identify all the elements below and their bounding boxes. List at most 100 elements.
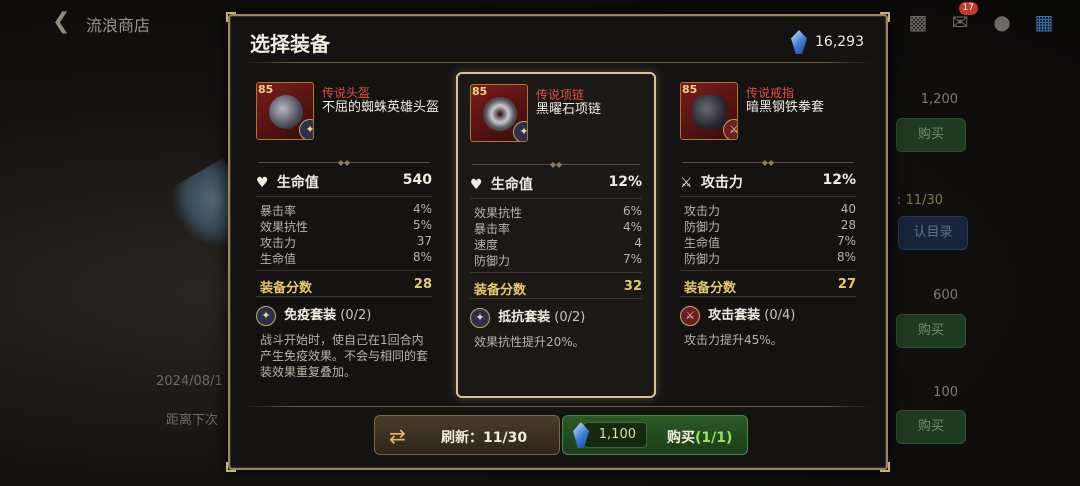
left-next-refresh: 距离下次 (166, 413, 219, 428)
set-row: ✦ 免疫套装 (0/2) (256, 304, 432, 326)
stat-divider (470, 272, 642, 273)
main-stat: ♥ 生命值 12% (470, 174, 642, 194)
sub-stat-label: 攻击力 (684, 204, 721, 218)
sub-stat-row: 生命值 8% (260, 250, 432, 266)
item-thumbnail: 85 ✦ (470, 84, 528, 142)
sub-stat-value: 5% (412, 218, 432, 232)
set-name: 免疫套装 (284, 308, 337, 323)
item-level: 85 (258, 83, 274, 96)
ornament-diamond-icon: ◆◆ (337, 158, 351, 167)
sub-stat-value: 28 (840, 218, 856, 232)
corner-ornament (226, 12, 236, 22)
attack-set-icon: ⚔ (723, 119, 737, 139)
set-row: ✦ 抵抗套装 (0/2) (470, 306, 642, 328)
gear-score: 装备分数 32 (474, 279, 642, 298)
gear-score-value: 27 (837, 277, 856, 292)
sub-stat-value: 37 (416, 234, 432, 248)
buy-label: 购买 (667, 430, 695, 446)
sub-stat-label: 效果抗性 (260, 220, 309, 234)
shop-title: 流浪商店 (86, 16, 151, 35)
stat-divider (680, 196, 856, 197)
sub-stat-label: 生命值 (684, 236, 721, 250)
select-equipment-dialog: 选择装备 16,293 85 ✦ 传说头盔 不屈的蜘蛛英雄头盔 ◆◆ ♥ 生命值… (226, 12, 890, 472)
item-rarity: 传说戒指 (746, 86, 795, 100)
item-name: 黑曜石项链 (536, 102, 602, 117)
resist-set-icon: ✦ (470, 307, 490, 328)
side-price: 100 (933, 385, 958, 400)
sub-stat-row: 防御力 8% (684, 250, 856, 266)
sub-stat-row: 攻击力 40 (684, 202, 856, 218)
side-buy-button[interactable]: 购买 (896, 118, 966, 152)
grid-menu-icon[interactable]: ▦ (1030, 8, 1058, 36)
side-count: : 11/30 (897, 193, 943, 208)
sub-stat-row: 生命值 7% (684, 234, 856, 250)
item-thumbnail: 85 ⚔ (680, 82, 738, 140)
sub-stat-row: 防御力 7% (474, 252, 642, 268)
dialog-title: 选择装备 (250, 32, 330, 56)
necklace-icon (483, 97, 517, 131)
sub-stats: 暴击率 4% 效果抗性 5% 攻击力 37 生命值 8% (260, 202, 432, 266)
sub-stat-value: 4 (634, 236, 642, 250)
ornament-diamond-icon: ◆◆ (549, 160, 563, 169)
equipment-card-helmet[interactable]: 85 ✦ 传说头盔 不屈的蜘蛛英雄头盔 ◆◆ ♥ 生命值 540 暴击率 4% 效… (244, 72, 444, 398)
item-level: 85 (682, 83, 698, 96)
ornament-diamond-icon: ◆◆ (761, 158, 775, 167)
sub-stat-row: 防御力 28 (684, 218, 856, 234)
set-count: (0/2) (340, 308, 372, 323)
set-count: (0/2) (554, 310, 586, 325)
buy-button[interactable]: 1,100 购买(1/1) (562, 415, 748, 455)
side-buy-button[interactable]: 购买 (896, 314, 966, 348)
mail-badge: 17 (958, 2, 978, 15)
item-name: 暗黑钢铁拳套 (746, 100, 825, 115)
stat-divider (256, 196, 432, 197)
main-stat-label: 攻击力 (700, 175, 743, 191)
main-stat: ⚔ 攻击力 12% (680, 172, 856, 192)
stat-divider (680, 296, 856, 297)
sub-stat-row: 速度 4 (474, 236, 642, 252)
sub-stat-label: 生命值 (260, 252, 297, 266)
equipment-card-necklace[interactable]: 85 ✦ 传说项链 黑曜石项链 ◆◆ ♥ 生命值 12% 效果抗性 6% 暴击率 4… (456, 72, 656, 398)
group-icon[interactable]: ▩ (904, 8, 932, 36)
chevron-left-icon[interactable]: ❮ (52, 9, 70, 34)
sub-stat-row: 效果抗性 5% (260, 218, 432, 234)
gear-score-label: 装备分数 (474, 283, 527, 298)
side-catalog-button[interactable]: 认目录 (898, 216, 968, 250)
gear-score: 装备分数 28 (260, 277, 432, 296)
refresh-button[interactable]: ⇄ 刷新：11/30 (374, 415, 560, 455)
mail-icon[interactable]: ✉ 17 (946, 2, 978, 36)
set-description: 攻击力提升45%。 (684, 333, 783, 347)
item-rarity: 传说头盔 (322, 86, 371, 100)
sub-stat-value: 40 (840, 202, 856, 216)
stat-divider (680, 270, 856, 271)
set-count: (0/4) (764, 308, 796, 323)
sub-stat-label: 防御力 (684, 252, 721, 266)
immunity-set-icon: ✦ (299, 119, 313, 139)
resist-set-icon: ✦ (513, 121, 527, 141)
equipment-card-ring[interactable]: 85 ⚔ 传说戒指 暗黑钢铁拳套 ◆◆ ⚔ 攻击力 12% 攻击力 40 防御力 2… (668, 72, 868, 398)
chat-icon[interactable]: ● (988, 8, 1016, 36)
sub-stat-value: 4% (412, 202, 432, 216)
main-stat-value: 540 (402, 172, 432, 188)
sub-stat-label: 防御力 (474, 254, 511, 268)
item-thumbnail: 85 ✦ (256, 82, 314, 140)
top-icons: ◷ ▩ ✉17 ● ▦ (862, 2, 1058, 36)
sub-stat-label: 防御力 (684, 220, 721, 234)
sub-stat-value: 7% (622, 252, 642, 266)
sub-stat-label: 效果抗性 (474, 206, 523, 220)
main-stat-label: 生命值 (490, 177, 533, 193)
stat-divider (470, 198, 642, 199)
sub-stat-value: 8% (412, 250, 432, 264)
footer-divider (244, 406, 872, 407)
shop-side-list: 1,200 购买 : 11/30 认目录 600 购买 100 购买 (880, 44, 1080, 486)
sub-stat-value: 6% (622, 204, 642, 218)
heart-icon: ♥ (256, 175, 269, 191)
buy-price: 1,100 (583, 422, 647, 448)
side-buy-button[interactable]: 购买 (896, 410, 966, 444)
item-rarity: 传说项链 (536, 88, 585, 102)
heart-icon: ♥ (470, 177, 483, 193)
item-name: 不屈的蜘蛛英雄头盔 (322, 100, 440, 115)
sub-stat-label: 暴击率 (474, 222, 511, 236)
currency-display: 16,293 (791, 30, 864, 54)
set-description: 效果抗性提升20%。 (474, 335, 585, 349)
ornament-divider: ◆◆ (472, 160, 640, 169)
